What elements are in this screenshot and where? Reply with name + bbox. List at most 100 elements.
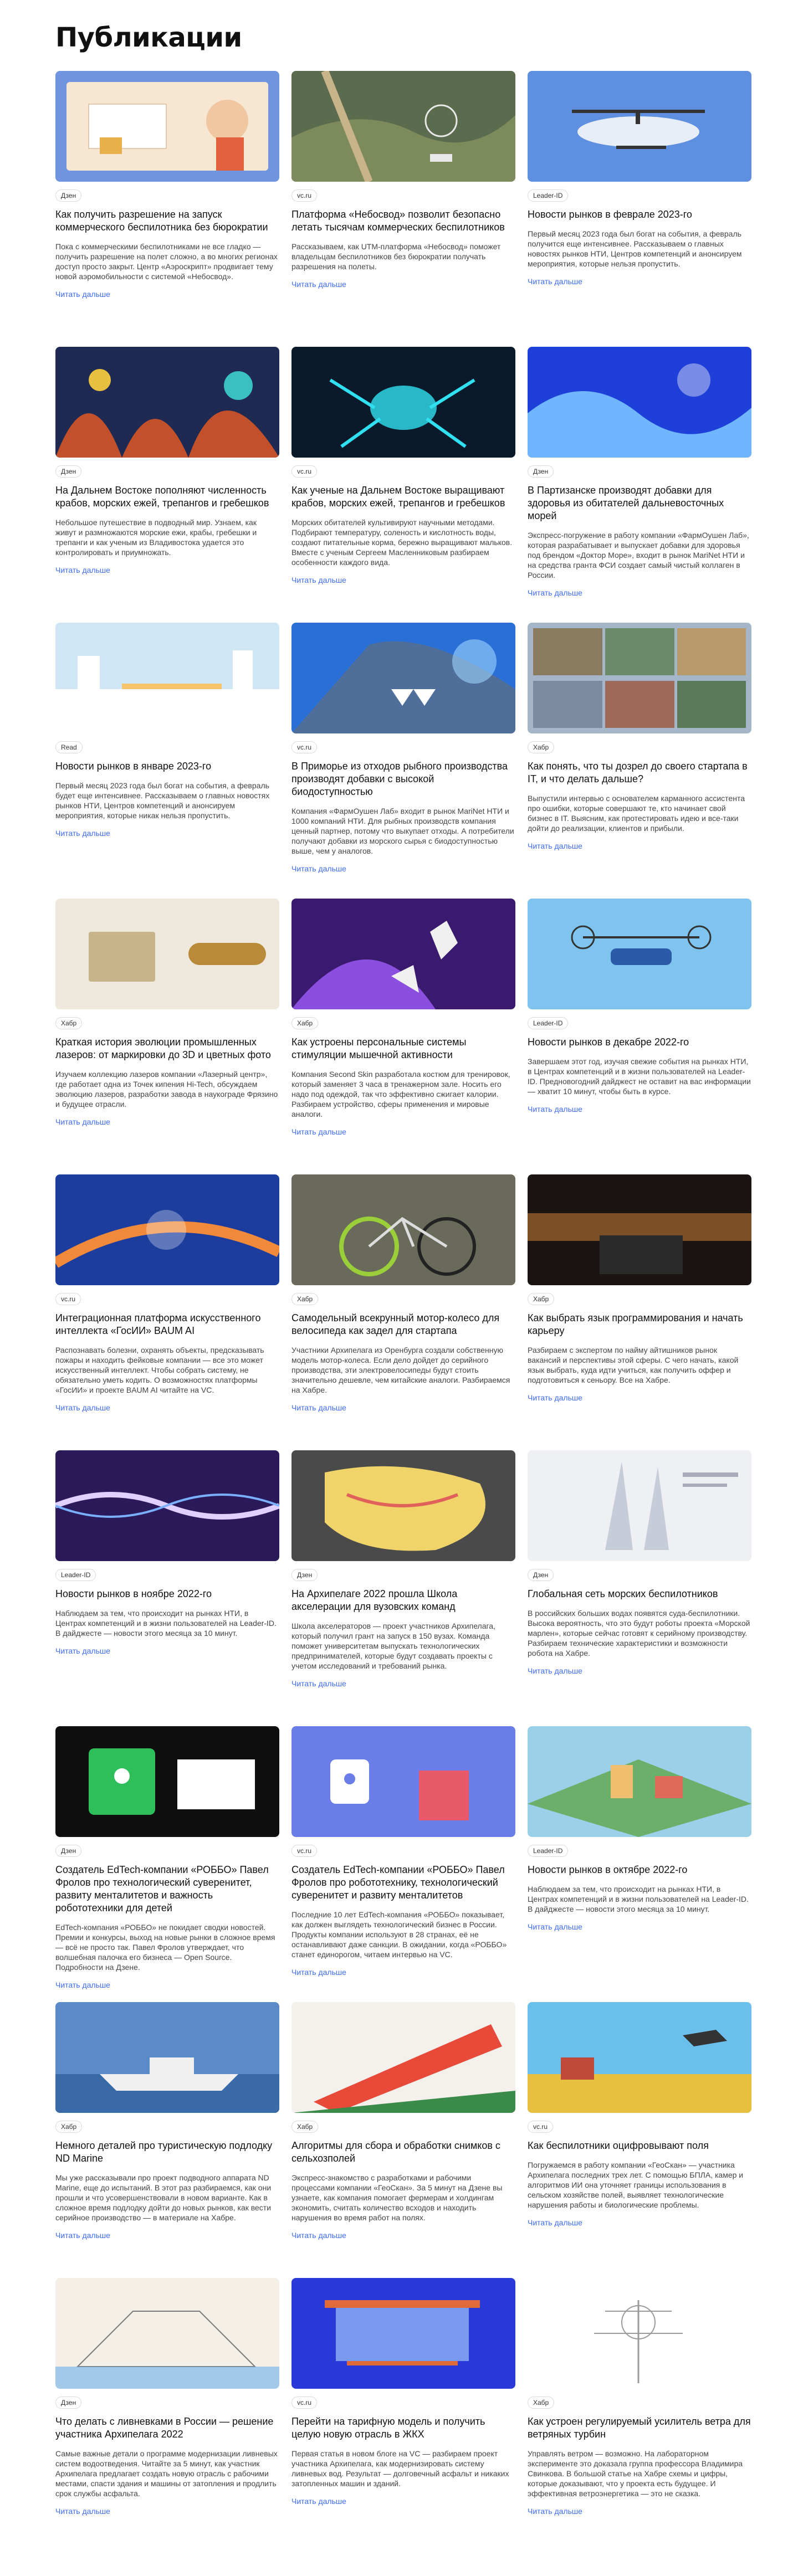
- read-more-link[interactable]: Читать дальше: [528, 841, 751, 851]
- publication-thumbnail[interactable]: [55, 2002, 279, 2113]
- read-more-link[interactable]: Читать дальше: [291, 575, 515, 585]
- read-more-link[interactable]: Читать дальше: [528, 1922, 751, 1932]
- read-more-link[interactable]: Читать дальше: [528, 2218, 751, 2228]
- read-more-link[interactable]: Читать дальше: [55, 2230, 279, 2240]
- publication-card[interactable]: Leader-ID Новости рынков в декабре 2022-г…: [528, 899, 751, 1174]
- read-more-link[interactable]: Читать дальше: [55, 828, 279, 838]
- publication-card[interactable]: Leader-ID Новости рынков в феврале 2023-г…: [528, 71, 751, 347]
- read-more-link[interactable]: Читать дальше: [55, 1403, 279, 1413]
- publication-title[interactable]: Как получить разрешение на запуск коммер…: [55, 208, 279, 234]
- read-more-link[interactable]: Читать дальше: [55, 1980, 279, 1990]
- read-more-link[interactable]: Читать дальше: [528, 588, 751, 598]
- publication-title[interactable]: Перейти на тарифную модель и получить це…: [291, 2415, 515, 2441]
- publication-thumbnail[interactable]: [528, 899, 751, 1009]
- publication-thumbnail[interactable]: [55, 899, 279, 1009]
- publication-title[interactable]: Краткая история эволюции промышленных ла…: [55, 1036, 279, 1061]
- publication-card[interactable]: Хабр Как устроен регулируемый усилитель в…: [528, 2278, 751, 2554]
- publication-thumbnail[interactable]: [528, 2278, 751, 2389]
- publication-thumbnail[interactable]: [55, 623, 279, 733]
- publication-title[interactable]: Интеграционная платформа искусственного …: [55, 1312, 279, 1337]
- publication-thumbnail[interactable]: [291, 71, 515, 182]
- read-more-link[interactable]: Читать дальше: [528, 1666, 751, 1676]
- publication-title[interactable]: В Приморье из отходов рыбного производст…: [291, 760, 515, 798]
- publication-title[interactable]: Новости рынков в январе 2023-го: [55, 760, 279, 773]
- publication-title[interactable]: В Партизанске производят добавки для здо…: [528, 484, 751, 522]
- publication-thumbnail[interactable]: [291, 2002, 515, 2113]
- publication-thumbnail[interactable]: [291, 347, 515, 458]
- read-more-link[interactable]: Читать дальше: [291, 864, 515, 874]
- publication-title[interactable]: На Архипелаге 2022 прошла Школа акселера…: [291, 1588, 515, 1613]
- read-more-link[interactable]: Читать дальше: [55, 1117, 279, 1127]
- read-more-link[interactable]: Читать дальше: [55, 2506, 279, 2516]
- publication-card[interactable]: vc.ru Как беспилотники оцифровывают поля П…: [528, 2002, 751, 2278]
- publication-card[interactable]: vc.ru Создатель EdTech-компании «РОББО» П…: [291, 1726, 515, 2002]
- publication-card[interactable]: Хабр Как выбрать язык программирования и …: [528, 1174, 751, 1450]
- publication-card[interactable]: Дзен В Партизанске производят добавки для…: [528, 347, 751, 623]
- publication-thumbnail[interactable]: [291, 2278, 515, 2389]
- publication-thumbnail[interactable]: [55, 1726, 279, 1837]
- publication-title[interactable]: Новости рынков в феврале 2023-го: [528, 208, 751, 221]
- read-more-link[interactable]: Читать дальше: [291, 1127, 515, 1137]
- publication-title[interactable]: Новости рынков в ноябре 2022-го: [55, 1588, 279, 1600]
- publication-card[interactable]: Дзен Что делать с ливневками в России — р…: [55, 2278, 279, 2554]
- publication-title[interactable]: Создатель EdTech-компании «РОББО» Павел …: [291, 1864, 515, 1902]
- publication-title[interactable]: Как ученые на Дальнем Востоке выращивают…: [291, 484, 515, 510]
- publication-card[interactable]: Дзен На Архипелаге 2022 прошла Школа аксе…: [291, 1450, 515, 1726]
- publication-thumbnail[interactable]: [528, 1726, 751, 1837]
- publication-card[interactable]: Дзен Глобальная сеть морских беспилотнико…: [528, 1450, 751, 1726]
- publication-thumbnail[interactable]: [528, 347, 751, 458]
- read-more-link[interactable]: Читать дальше: [528, 276, 751, 286]
- publication-title[interactable]: Как выбрать язык программирования и нача…: [528, 1312, 751, 1337]
- publication-card[interactable]: Хабр Краткая история эволюции промышленны…: [55, 899, 279, 1174]
- publication-card[interactable]: vc.ru Интеграционная платформа искусствен…: [55, 1174, 279, 1450]
- publication-card[interactable]: Дзен Создатель EdTech-компании «РОББО» Па…: [55, 1726, 279, 2002]
- publication-card[interactable]: Дзен На Дальнем Востоке пополняют численн…: [55, 347, 279, 623]
- read-more-link[interactable]: Читать дальше: [291, 1967, 515, 1977]
- publication-title[interactable]: Как устроен регулируемый усилитель ветра…: [528, 2415, 751, 2441]
- read-more-link[interactable]: Читать дальше: [291, 2230, 515, 2240]
- publication-title[interactable]: Как понять, что ты дозрел до своего стар…: [528, 760, 751, 786]
- publication-thumbnail[interactable]: [55, 1174, 279, 1285]
- read-more-link[interactable]: Читать дальше: [528, 1393, 751, 1403]
- publication-title[interactable]: Алгоритмы для сбора и обработки снимков …: [291, 2139, 515, 2165]
- publication-thumbnail[interactable]: [291, 623, 515, 733]
- publication-title[interactable]: Немного деталей про туристическую подлод…: [55, 2139, 279, 2165]
- read-more-link[interactable]: Читать дальше: [55, 289, 279, 299]
- read-more-link[interactable]: Читать дальше: [291, 1403, 515, 1413]
- publication-card[interactable]: Хабр Алгоритмы для сбора и обработки сним…: [291, 2002, 515, 2278]
- publication-thumbnail[interactable]: [55, 2278, 279, 2389]
- publication-title[interactable]: На Дальнем Востоке пополняют численность…: [55, 484, 279, 510]
- publication-thumbnail[interactable]: [528, 1450, 751, 1561]
- publication-thumbnail[interactable]: [291, 1726, 515, 1837]
- publication-thumbnail[interactable]: [55, 347, 279, 458]
- publication-title[interactable]: Создатель EdTech-компании «РОББО» Павел …: [55, 1864, 279, 1915]
- publication-card[interactable]: Дзен Как получить разрешение на запуск ко…: [55, 71, 279, 347]
- publication-title[interactable]: Глобальная сеть морских беспилотников: [528, 1588, 751, 1600]
- publication-title[interactable]: Как беспилотники оцифровывают поля: [528, 2139, 751, 2152]
- read-more-link[interactable]: Читать дальше: [291, 279, 515, 289]
- publication-card[interactable]: Хабр Как устроены персональные системы ст…: [291, 899, 515, 1174]
- publication-card[interactable]: vc.ru Перейти на тарифную модель и получи…: [291, 2278, 515, 2554]
- publication-thumbnail[interactable]: [55, 71, 279, 182]
- publication-title[interactable]: Новости рынков в декабре 2022-го: [528, 1036, 751, 1049]
- read-more-link[interactable]: Читать дальше: [55, 565, 279, 575]
- publication-card[interactable]: vc.ru Как ученые на Дальнем Востоке выращ…: [291, 347, 515, 623]
- publication-thumbnail[interactable]: [528, 1174, 751, 1285]
- publication-card[interactable]: Хабр Самодельный всекрунный мотор-колесо …: [291, 1174, 515, 1450]
- publication-title[interactable]: Самодельный всекрунный мотор-колесо для …: [291, 1312, 515, 1337]
- publication-card[interactable]: Read Новости рынков в январе 2023-го Первы…: [55, 623, 279, 899]
- publication-thumbnail[interactable]: [291, 1450, 515, 1561]
- publication-thumbnail[interactable]: [528, 623, 751, 733]
- publication-card[interactable]: Хабр Немного деталей про туристическую по…: [55, 2002, 279, 2278]
- publication-thumbnail[interactable]: [291, 1174, 515, 1285]
- publication-card[interactable]: vc.ru Платформа «Небосвод» позволит безоп…: [291, 71, 515, 347]
- publication-title[interactable]: Как устроены персональные системы стимул…: [291, 1036, 515, 1061]
- publication-card[interactable]: Leader-ID Новости рынков в октябре 2022-г…: [528, 1726, 751, 2002]
- publication-card[interactable]: Leader-ID Новости рынков в ноябре 2022-го…: [55, 1450, 279, 1726]
- read-more-link[interactable]: Читать дальше: [528, 2506, 751, 2516]
- publication-thumbnail[interactable]: [55, 1450, 279, 1561]
- publication-title[interactable]: Что делать с ливневками в России — решен…: [55, 2415, 279, 2441]
- publication-thumbnail[interactable]: [291, 899, 515, 1009]
- publication-title[interactable]: Новости рынков в октябре 2022-го: [528, 1864, 751, 1876]
- read-more-link[interactable]: Читать дальше: [528, 1104, 751, 1114]
